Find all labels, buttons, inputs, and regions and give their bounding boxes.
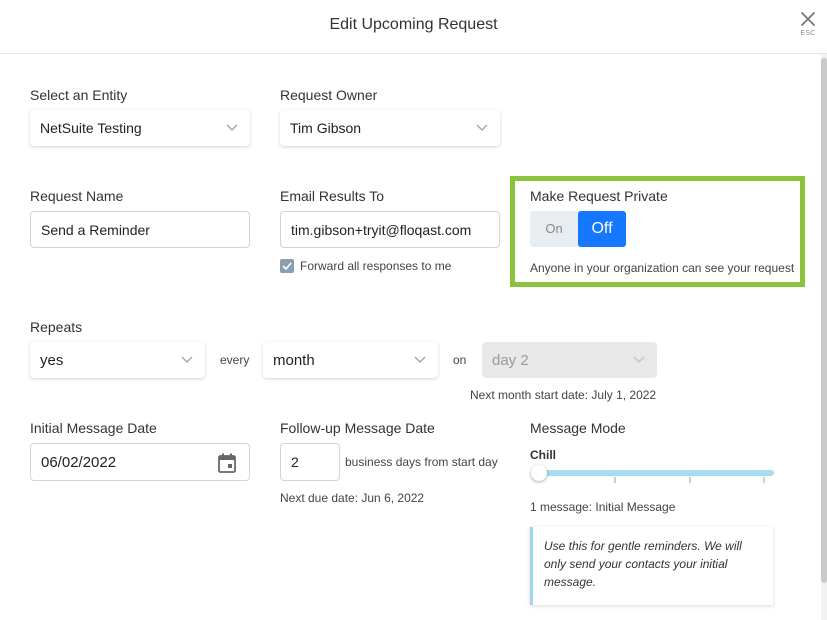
check-icon bbox=[282, 262, 292, 270]
private-hint: Anyone in your organization can see your… bbox=[530, 261, 795, 275]
scrollbar-thumb[interactable] bbox=[821, 58, 827, 583]
chevron-down-icon bbox=[414, 356, 426, 364]
follow-up-days-value: 2 bbox=[291, 454, 299, 470]
message-mode-level: Chill bbox=[530, 448, 556, 462]
next-due-date: Next due date: Jun 6, 2022 bbox=[280, 491, 425, 505]
follow-up-suffix: business days from start day bbox=[345, 455, 498, 469]
request-name-input[interactable]: Send a Reminder bbox=[30, 211, 250, 248]
slider-tick bbox=[689, 477, 691, 483]
private-toggle-on[interactable]: On bbox=[530, 211, 578, 247]
message-mode-note: Use this for gentle reminders. We will o… bbox=[530, 527, 773, 605]
forward-responses-label: Forward all responses to me bbox=[300, 259, 452, 273]
every-label: every bbox=[220, 353, 250, 367]
period-select[interactable]: month bbox=[263, 342, 438, 378]
message-mode-slider-handle[interactable] bbox=[531, 465, 547, 481]
chevron-down-icon bbox=[633, 356, 645, 364]
scrollbar[interactable] bbox=[821, 54, 827, 620]
message-mode-label: Message Mode bbox=[530, 420, 626, 436]
chevron-down-icon bbox=[181, 356, 193, 364]
owner-select[interactable]: Tim Gibson bbox=[280, 110, 500, 146]
slider-tick bbox=[614, 477, 616, 483]
day-value: day 2 bbox=[492, 351, 529, 369]
email-results-input[interactable]: tim.gibson+tryit@floqast.com bbox=[280, 211, 500, 248]
chevron-down-icon bbox=[226, 124, 238, 132]
request-name-value: Send a Reminder bbox=[41, 221, 150, 238]
entity-select[interactable]: NetSuite Testing bbox=[30, 110, 250, 146]
repeats-value: yes bbox=[40, 351, 64, 369]
entity-label: Select an Entity bbox=[30, 87, 128, 103]
forward-responses-row[interactable]: Forward all responses to me bbox=[280, 259, 451, 273]
close-button[interactable]: ESC bbox=[797, 11, 819, 37]
entity-value: NetSuite Testing bbox=[40, 120, 142, 136]
private-toggle[interactable]: On Off bbox=[530, 211, 626, 247]
repeats-label: Repeats bbox=[30, 319, 83, 335]
next-start-date: Next month start date: July 1, 2022 bbox=[470, 388, 657, 402]
email-results-label: Email Results To bbox=[280, 188, 385, 204]
follow-up-days-input[interactable]: 2 bbox=[280, 443, 340, 481]
follow-up-label: Follow-up Message Date bbox=[280, 420, 435, 436]
period-value: month bbox=[273, 351, 315, 369]
modal-title: Edit Upcoming Request bbox=[329, 16, 498, 33]
owner-label: Request Owner bbox=[280, 87, 378, 103]
chevron-down-icon bbox=[476, 124, 488, 132]
close-icon bbox=[801, 12, 815, 26]
initial-message-value: 06/02/2022 bbox=[41, 453, 117, 471]
email-results-value: tim.gibson+tryit@floqast.com bbox=[291, 221, 472, 238]
calendar-icon[interactable] bbox=[218, 453, 236, 473]
repeats-select[interactable]: yes bbox=[30, 342, 205, 378]
private-label: Make Request Private bbox=[530, 188, 668, 204]
message-mode-note-text: Use this for gentle reminders. We will o… bbox=[544, 539, 742, 589]
slider-tick bbox=[763, 477, 765, 483]
on-label: on bbox=[453, 353, 467, 367]
day-select[interactable]: day 2 bbox=[482, 342, 657, 378]
initial-message-label: Initial Message Date bbox=[30, 420, 157, 436]
message-mode-slider-track[interactable] bbox=[538, 470, 774, 476]
owner-value: Tim Gibson bbox=[290, 120, 362, 136]
request-name-label: Request Name bbox=[30, 188, 124, 204]
close-esc-hint: ESC bbox=[800, 30, 816, 37]
forward-responses-checkbox[interactable] bbox=[280, 259, 294, 273]
private-toggle-off[interactable]: Off bbox=[578, 211, 626, 247]
initial-message-date-input[interactable]: 06/02/2022 bbox=[30, 443, 250, 481]
modal-header: Edit Upcoming Request ESC bbox=[0, 0, 827, 54]
message-mode-summary: 1 message: Initial Message bbox=[530, 500, 676, 514]
